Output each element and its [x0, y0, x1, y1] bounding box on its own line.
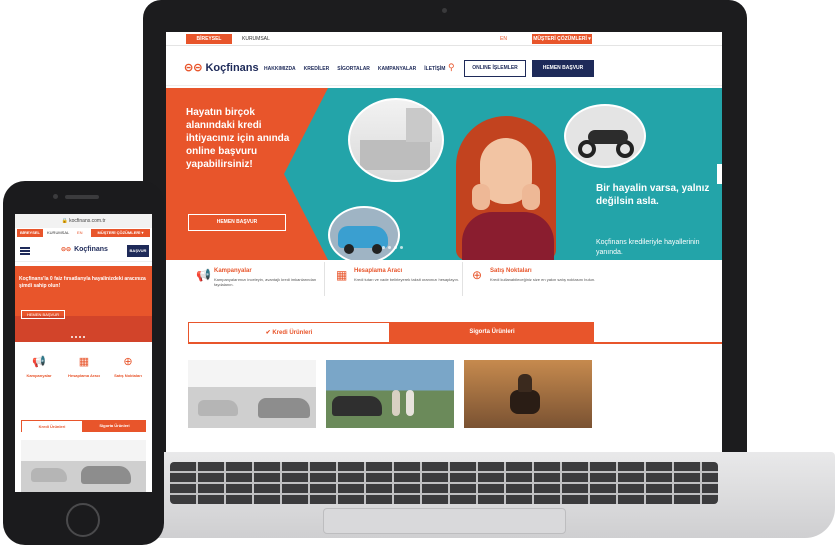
hero-person-body	[462, 212, 554, 260]
phone-top-strip: BİREYSEL KURUMSAL EN MÜŞTERİ ÇÖZÜMLERİ ▾	[15, 228, 152, 238]
phone-feature-label: Satış Noktaları	[114, 373, 142, 378]
tab-label: Kredi Ürünleri	[272, 330, 313, 336]
feature-title: Satış Noktaları	[490, 268, 532, 274]
customer-solutions-dropdown[interactable]: MÜŞTERİ ÇÖZÜMLERİ ▾	[532, 34, 592, 44]
phone-body: 🔒 kocfinans.com.tr BİREYSEL KURUMSAL EN …	[3, 181, 164, 545]
brand-logo-mark-icon: ⊝⊝	[184, 62, 203, 74]
online-services-button[interactable]: ONLINE İŞLEMLER	[464, 60, 526, 77]
phone-tab-credit-products[interactable]: Kredi Ürünleri	[21, 420, 83, 432]
phone-tab-insurance-products[interactable]: Sigorta Ürünleri	[83, 420, 146, 432]
hero-person-left-hand	[472, 184, 490, 210]
menu-item-contact[interactable]: İLETİŞİM	[424, 66, 445, 72]
phone-feature-campaigns[interactable]: 📢 Kampanyalar	[17, 354, 61, 378]
phone-language-link[interactable]: EN	[77, 228, 83, 238]
phone-hero-cars-photo	[15, 316, 152, 342]
feature-description: Kampanyalarımızı inceleyin, avantajlı kr…	[214, 277, 317, 287]
tab-credit-products[interactable]: ✔ Kredi Ürünleri	[188, 322, 390, 342]
megaphone-icon: 📢	[32, 356, 46, 368]
menu-item-credits[interactable]: KREDİLER	[304, 66, 330, 72]
product-card-showroom[interactable]	[188, 360, 316, 428]
feature-divider	[324, 262, 325, 296]
phone-hero-apply-button[interactable]: HEMEN BAŞVUR	[21, 310, 65, 319]
calculator-icon: ▦	[336, 268, 348, 282]
phone-screen: 🔒 kocfinans.com.tr BİREYSEL KURUMSAL EN …	[15, 214, 152, 492]
hero-tagline: Koçfinans kredileriyle hayallerinin yanı…	[596, 239, 700, 256]
laptop-keyboard-rows	[170, 462, 718, 504]
feature-description: Kredi kullanabileceğiniz size en yakın s…	[490, 277, 596, 282]
segment-corporate-link[interactable]: KURUMSAL	[242, 34, 270, 44]
feature-divider	[462, 262, 463, 296]
brand-logo-text: Koçfinans	[205, 61, 259, 74]
phone-feature-label: Hesaplama Aracı	[67, 373, 101, 378]
product-card-motorcycle[interactable]	[464, 360, 592, 428]
phone-speaker	[65, 195, 99, 199]
search-icon[interactable]: ⚲	[448, 62, 455, 73]
tab-insurance-products[interactable]: Sigorta Ürünleri	[390, 322, 594, 342]
feature-description: Kredi tutarı ve vade belirleyerek taksit…	[354, 277, 459, 282]
phone-segment-individual[interactable]: BİREYSEL	[17, 229, 43, 237]
phone-feature-calculator[interactable]: ▦ Hesaplama Aracı	[62, 354, 106, 378]
main-menu: HAKKIMIZDA KREDİLER SİGORTALAR KAMPANYAL…	[264, 66, 445, 72]
feature-row: 📢 Kampanyalar Kampanyalarımızı inceleyin…	[166, 260, 722, 308]
phone-segment-corporate[interactable]: KURUMSAL	[47, 228, 69, 238]
hero-headline: Hayatın birçok alanındaki kredi ihtiyacı…	[186, 107, 290, 170]
menu-item-about[interactable]: HAKKIMIZDA	[264, 66, 296, 72]
hero-apply-button[interactable]: HEMEN BAŞVUR	[188, 214, 286, 231]
phone-product-card-showroom[interactable]	[21, 440, 146, 492]
phone-feature-row: 📢 Kampanyalar ▦ Hesaplama Aracı ⊕ Satış …	[15, 354, 152, 400]
laptop-camera	[442, 8, 447, 13]
phone-carousel-dots[interactable]	[71, 336, 85, 338]
feature-title: Kampanyalar	[214, 268, 252, 274]
hero-next-arrow[interactable]	[717, 164, 722, 184]
phone-home-button[interactable]	[66, 503, 100, 537]
lock-icon: 🔒	[61, 218, 70, 224]
phone-feature-label: Kampanyalar	[26, 373, 52, 378]
megaphone-icon: 📢	[196, 268, 211, 282]
menu-item-campaigns[interactable]: KAMPANYALAR	[378, 66, 416, 72]
hero-banner: Hayatın birçok alanındaki kredi ihtiyacı…	[166, 88, 722, 260]
product-cards	[188, 360, 608, 430]
phone-camera	[53, 194, 58, 199]
phone-hero-text: Koçfinans'la 0 faiz fırsatlarıyla hayali…	[19, 276, 146, 289]
product-tabs: ✔ Kredi Ürünleri Sigorta Ürünleri	[188, 322, 594, 342]
hero-tagline-bold: Bir hayalin varsa, yalnız değilsin asla.	[596, 183, 710, 207]
apply-now-button[interactable]: HEMEN BAŞVUR	[532, 60, 594, 77]
phone-logo-mark-icon: ⊝⊝	[61, 247, 72, 253]
calculator-icon: ▦	[78, 356, 90, 368]
segment-individual-button[interactable]: BİREYSEL	[186, 34, 232, 44]
device-mockup-stage: BİREYSEL KURUMSAL EN MÜŞTERİ ÇÖZÜMLERİ ▾…	[0, 0, 835, 546]
phone-customer-solutions[interactable]: MÜŞTERİ ÇÖZÜMLERİ ▾	[91, 229, 150, 237]
phone-logo-text: Koçfinans	[74, 246, 108, 253]
tab-underline	[188, 342, 722, 344]
phone-feature-sales-points[interactable]: ⊕ Satış Noktaları	[106, 354, 150, 378]
laptop-screen: BİREYSEL KURUMSAL EN MÜŞTERİ ÇÖZÜMLERİ ▾…	[166, 32, 722, 452]
product-card-family-car[interactable]	[326, 360, 454, 428]
location-icon: ⊕	[472, 268, 483, 282]
brand-logo[interactable]: ⊝⊝ Koçfinans	[184, 61, 259, 75]
kitchen-photo-bubble	[348, 98, 444, 182]
phone-navbar: ⊝⊝ Koçfinans BAŞVUR	[15, 240, 152, 262]
motorbike-photo-bubble	[564, 104, 646, 168]
phone-url: kocfinans.com.tr	[69, 218, 106, 224]
laptop-trackpad	[323, 508, 566, 534]
feature-title: Hesaplama Aracı	[354, 268, 403, 274]
hero-carousel-dots[interactable]	[382, 246, 403, 249]
phone-hero-banner: Koçfinans'la 0 faiz fırsatlarıyla hayali…	[15, 266, 152, 342]
language-link[interactable]: EN	[500, 34, 507, 44]
main-navbar: ⊝⊝ Koçfinans HAKKIMIZDA KREDİLER SİGORTA…	[166, 52, 722, 86]
phone-brand-logo[interactable]: ⊝⊝ Koçfinans	[61, 246, 108, 253]
hamburger-menu-icon[interactable]	[20, 247, 30, 255]
phone-product-tabs: Kredi Ürünleri Sigorta Ürünleri	[21, 420, 146, 432]
car-photo-bubble	[328, 206, 400, 260]
menu-item-insurance[interactable]: SİGORTALAR	[337, 66, 370, 72]
hero-person-right-hand	[522, 184, 540, 210]
top-strip: BİREYSEL KURUMSAL EN MÜŞTERİ ÇÖZÜMLERİ ▾	[166, 32, 722, 46]
phone-address-bar[interactable]: 🔒 kocfinans.com.tr	[15, 214, 152, 228]
phone-apply-button[interactable]: BAŞVUR	[127, 245, 149, 257]
location-icon: ⊕	[123, 356, 133, 368]
